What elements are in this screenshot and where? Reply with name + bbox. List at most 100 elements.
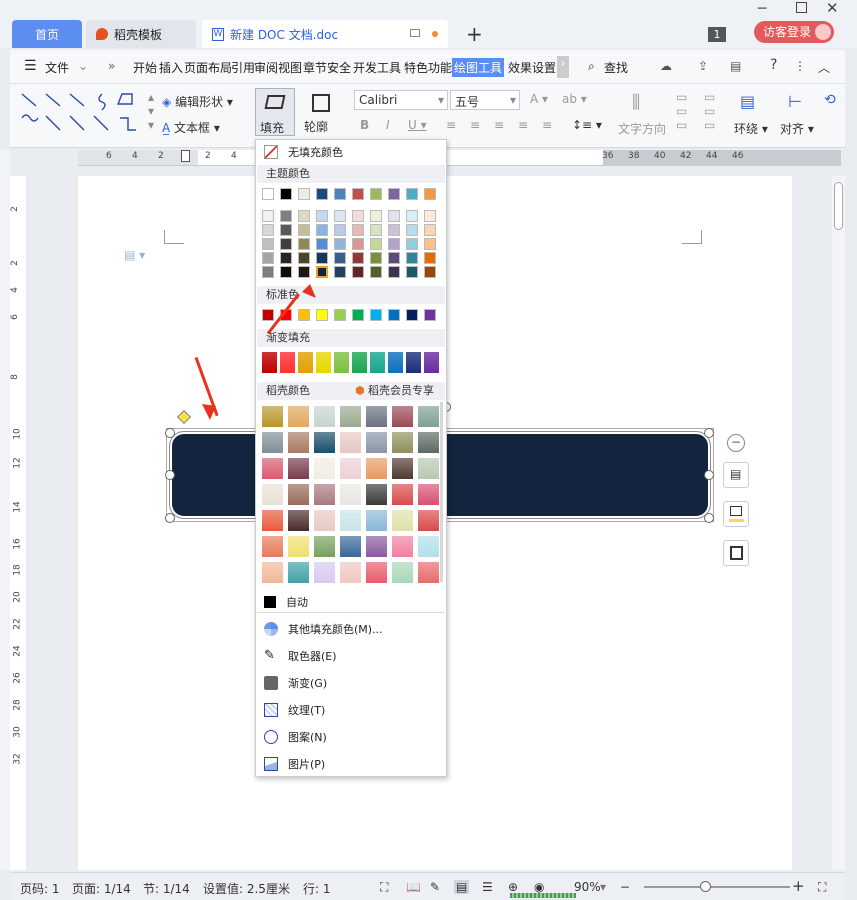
docer-color-swatch[interactable] [288, 458, 309, 479]
align-left-icon[interactable]: ≡ [446, 118, 456, 132]
docer-color-swatch[interactable] [288, 536, 309, 557]
theme-color-swatch[interactable] [316, 252, 328, 264]
side-outline-button[interactable] [723, 540, 749, 566]
theme-color-swatch[interactable] [334, 224, 346, 236]
share-icon[interactable]: ⇪ [698, 59, 708, 73]
wrap-icon[interactable]: ▤ [740, 92, 755, 111]
gradient-fill-swatch[interactable] [370, 352, 385, 373]
resize-handle[interactable] [165, 470, 175, 480]
fullscreen-icon[interactable]: ⛶ [380, 880, 388, 895]
theme-color-swatch[interactable] [334, 210, 346, 222]
read-mode-icon[interactable]: 📖 [406, 880, 421, 894]
docer-color-swatch[interactable] [340, 536, 361, 557]
theme-color-swatch[interactable] [424, 210, 436, 222]
page-view-icon[interactable]: ▤ [454, 880, 470, 894]
gradient-fill-swatch[interactable] [280, 352, 295, 373]
underline-icon[interactable]: U ▾ [408, 118, 427, 132]
standard-color-swatch[interactable] [424, 309, 436, 321]
text-box-tools-icon[interactable]: ▭ ▭ ▭ [676, 90, 687, 132]
theme-color-swatch[interactable] [262, 238, 274, 250]
fit-window-icon[interactable]: ⛶ [818, 880, 826, 895]
tab-home[interactable]: 首页 [12, 20, 82, 48]
login-button[interactable]: 访客登录 [754, 21, 834, 43]
theme-color-swatch[interactable] [298, 224, 310, 236]
gradient-fill-swatch[interactable] [316, 352, 331, 373]
docer-color-swatch[interactable] [418, 562, 439, 583]
docer-color-swatch[interactable] [392, 510, 413, 531]
text-direction-icon[interactable]: ⫼ [632, 92, 640, 113]
tab-document[interactable]: W 新建 DOC 文档.doc [202, 20, 448, 48]
theme-color-swatch[interactable] [424, 238, 436, 250]
standard-color-swatch[interactable] [334, 309, 346, 321]
hamburger-icon[interactable]: ☰ [24, 58, 37, 74]
docer-color-swatch[interactable] [262, 406, 283, 427]
eyedropper-item[interactable]: ✎ 取色器(E) [264, 646, 337, 666]
theme-color-swatch[interactable] [262, 224, 274, 236]
texture-item[interactable]: 纹理(T) [264, 700, 325, 720]
docer-color-swatch[interactable] [340, 484, 361, 505]
theme-color-swatch[interactable] [352, 188, 364, 200]
theme-color-swatch[interactable] [280, 210, 292, 222]
size-select[interactable]: 五号 ▾ [450, 90, 520, 110]
theme-color-swatch[interactable] [262, 188, 274, 200]
scrollbar-thumb[interactable] [834, 182, 843, 230]
edit-shape-button[interactable]: ◈ 编辑形状 ▾ [162, 93, 233, 110]
docer-color-swatch[interactable] [340, 458, 361, 479]
menu-insert[interactable]: 插入 [159, 59, 183, 76]
docer-color-swatch[interactable] [340, 432, 361, 453]
theme-color-swatch[interactable] [406, 188, 418, 200]
docer-color-swatch[interactable] [288, 406, 309, 427]
picture-item[interactable]: 图片(P) [264, 754, 325, 774]
distribute-icon[interactable]: ≡ [542, 118, 552, 132]
indent-marker[interactable] [181, 150, 190, 162]
theme-color-swatch[interactable] [298, 266, 310, 278]
standard-color-swatch[interactable] [316, 309, 328, 321]
line-spacing-icon[interactable]: ↕≡ ▾ [572, 118, 602, 132]
theme-color-swatch[interactable] [334, 238, 346, 250]
zoom-level[interactable]: 90% [574, 880, 601, 894]
gradient-item[interactable]: 渐变(G) [264, 673, 327, 693]
page-count[interactable]: 页面: 1/14 [72, 880, 131, 897]
docer-color-swatch[interactable] [288, 484, 309, 505]
docer-color-swatch[interactable] [366, 562, 387, 583]
menu-start[interactable]: 开始 [133, 59, 157, 76]
eye-protection-icon[interactable]: ◉ [534, 880, 544, 894]
write-mode-icon[interactable]: ✎ [430, 880, 440, 894]
zoom-dropdown-icon[interactable]: ▾ [600, 880, 606, 894]
gradient-fill-swatch[interactable] [352, 352, 367, 373]
justify-icon[interactable]: ≡ [518, 118, 528, 132]
theme-color-swatch[interactable] [352, 252, 364, 264]
resize-handle[interactable] [704, 470, 714, 480]
theme-color-swatch[interactable] [334, 266, 346, 278]
search-icon[interactable]: ⌕ [588, 59, 595, 74]
theme-color-swatch[interactable] [388, 266, 400, 278]
docer-color-swatch[interactable] [314, 484, 335, 505]
standard-color-swatch[interactable] [370, 309, 382, 321]
docer-color-swatch[interactable] [314, 406, 335, 427]
text-direction-label[interactable]: 文字方向 [618, 120, 666, 137]
font-color-icon[interactable]: A ▾ [530, 92, 548, 106]
theme-color-swatch-selected[interactable] [316, 266, 328, 278]
pattern-item[interactable]: 图案(N) [264, 727, 327, 747]
menu-chapter[interactable]: 章节 [303, 59, 327, 76]
vertical-scrollbar[interactable] [832, 176, 845, 870]
resize-handle[interactable] [165, 428, 175, 438]
align-right-icon[interactable]: ≡ [494, 118, 504, 132]
theme-color-swatch[interactable] [352, 266, 364, 278]
theme-color-swatch[interactable] [388, 252, 400, 264]
docer-color-swatch[interactable] [418, 484, 439, 505]
theme-color-swatch[interactable] [280, 224, 292, 236]
theme-color-swatch[interactable] [280, 252, 292, 264]
monitor-icon[interactable] [410, 29, 420, 37]
theme-color-swatch[interactable] [406, 210, 418, 222]
menu-effects[interactable]: 效果设置 [508, 59, 556, 76]
layout-options-button[interactable]: ▤ [723, 462, 749, 488]
cloud-icon[interactable]: ☁ [660, 59, 672, 73]
standard-color-swatch[interactable] [262, 309, 274, 321]
docer-color-swatch[interactable] [392, 536, 413, 557]
docer-color-swatch[interactable] [392, 432, 413, 453]
docer-color-swatch[interactable] [314, 432, 335, 453]
docer-color-swatch[interactable] [288, 432, 309, 453]
docer-color-swatch[interactable] [288, 562, 309, 583]
theme-color-swatch[interactable] [316, 238, 328, 250]
